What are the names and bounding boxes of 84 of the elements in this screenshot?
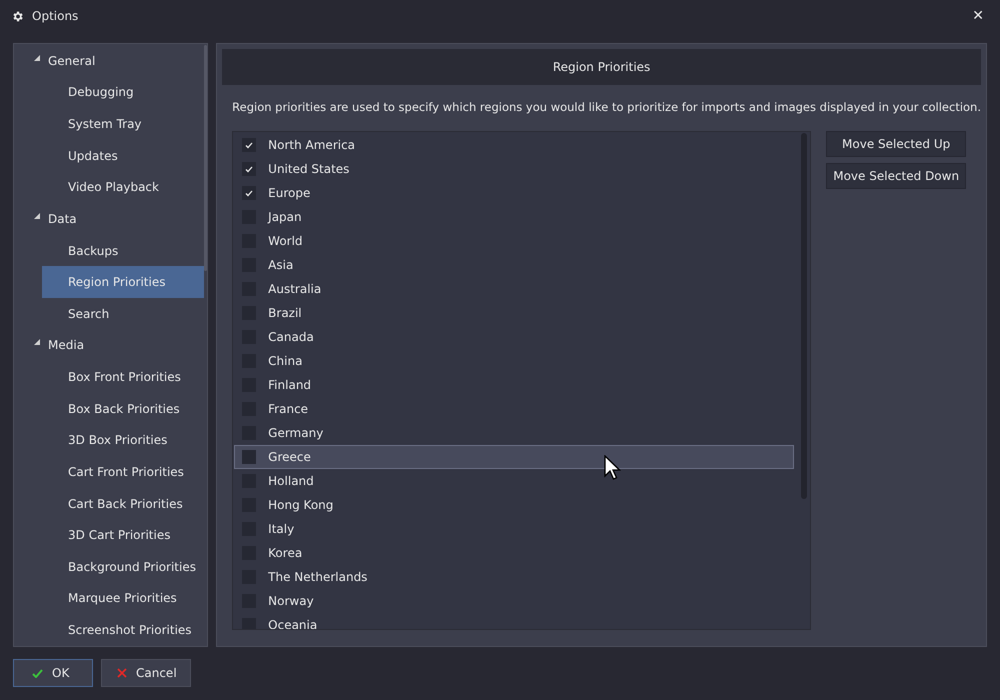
checkmark-icon xyxy=(245,142,254,149)
checkbox[interactable] xyxy=(242,186,256,200)
checkbox[interactable] xyxy=(242,618,256,630)
move-button[interactable]: Move Selected Down xyxy=(826,163,966,190)
sidebar-item[interactable]: Debugging xyxy=(42,76,204,108)
ok-button[interactable]: OK xyxy=(13,659,93,687)
sidebar-item[interactable]: Cart Back Priorities xyxy=(42,488,204,520)
region-name: Asia xyxy=(268,257,294,274)
expand-caret-icon[interactable] xyxy=(34,212,40,219)
region-name: Hong Kong xyxy=(268,497,334,514)
checkbox[interactable] xyxy=(242,162,256,176)
sidebar-item[interactable]: 3D Box Priorities xyxy=(42,424,204,456)
region-name: France xyxy=(268,401,308,418)
sidebar-item[interactable]: Video Playback xyxy=(42,172,204,204)
region-row[interactable]: Oceania xyxy=(234,613,794,630)
region-name: North America xyxy=(268,137,356,154)
region-row[interactable]: Korea xyxy=(234,541,794,566)
region-name: Europe xyxy=(268,185,310,202)
region-row[interactable]: North America xyxy=(234,133,794,158)
region-name: The Netherlands xyxy=(268,569,368,586)
sidebar-item[interactable]: Backups xyxy=(42,234,204,266)
sidebar-item[interactable]: Media xyxy=(21,330,204,362)
region-row[interactable]: Europe xyxy=(234,181,794,206)
sidebar-item[interactable]: Region Priorities xyxy=(42,266,204,298)
region-row[interactable]: The Netherlands xyxy=(234,565,794,590)
sidebar-item[interactable]: Updates xyxy=(42,140,204,172)
region-name: World xyxy=(268,233,303,250)
region-name: Greece xyxy=(268,449,311,466)
region-name: Germany xyxy=(268,425,324,442)
region-name: Japan xyxy=(268,209,302,226)
sidebar-item[interactable]: Box Front Priorities xyxy=(42,361,204,393)
window-title: Options xyxy=(32,8,78,25)
region-name: Finland xyxy=(268,377,312,394)
sidebar-item[interactable]: General xyxy=(21,45,204,77)
expand-caret-icon[interactable] xyxy=(34,339,40,346)
sidebar-item[interactable]: 3D Cart Priorities xyxy=(42,519,204,551)
region-name: Italy xyxy=(268,521,294,538)
region-row[interactable]: Canada xyxy=(234,325,794,350)
region-row[interactable]: Finland xyxy=(234,373,794,398)
region-name: Norway xyxy=(268,593,314,610)
checkbox[interactable] xyxy=(242,450,256,464)
sidebar-item[interactable]: System Tray xyxy=(42,108,204,140)
region-name: Australia xyxy=(268,281,322,298)
sidebar-item[interactable]: Search xyxy=(42,298,204,330)
sidebar-item[interactable]: Screenshot Priorities xyxy=(42,614,204,646)
region-row[interactable]: Greece xyxy=(234,445,794,470)
settings-icon xyxy=(11,10,24,22)
region-name: Brazil xyxy=(268,305,302,322)
region-row[interactable]: Hong Kong xyxy=(234,493,794,518)
checkbox[interactable] xyxy=(242,138,256,152)
sidebar-item[interactable]: Background Priorities xyxy=(42,551,204,583)
region-row[interactable]: Brazil xyxy=(234,301,794,326)
region-name: China xyxy=(268,353,302,370)
region-row[interactable]: Italy xyxy=(234,517,794,542)
region-row[interactable]: Asia xyxy=(234,253,794,278)
mouse-cursor-icon xyxy=(604,455,622,482)
sidebar-item[interactable]: Box Back Priorities xyxy=(42,392,204,424)
cancel-button[interactable]: Cancel xyxy=(101,659,191,687)
region-row[interactable]: World xyxy=(234,229,794,254)
region-name: Canada xyxy=(268,329,314,346)
region-row[interactable]: Germany xyxy=(234,421,794,446)
expand-caret-icon[interactable] xyxy=(34,54,40,61)
checkmark-icon xyxy=(245,166,254,173)
description-text: Region priorities are used to specify which regions you would like to prioritize for imports and images displayed in your collection. xyxy=(232,99,981,116)
region-row[interactable]: Holland xyxy=(234,469,794,494)
region-row[interactable]: Norway xyxy=(234,589,794,614)
move-button[interactable]: Move Selected Up xyxy=(826,131,966,158)
sidebar-item[interactable]: Marquee Priorities xyxy=(42,582,204,614)
sidebar-item[interactable]: Cart Front Priorities xyxy=(42,456,204,488)
checkmark-icon xyxy=(245,190,254,197)
region-row[interactable]: United States xyxy=(234,157,794,182)
checkmark-icon xyxy=(32,668,43,678)
close-button[interactable]: ✕ xyxy=(972,6,984,26)
region-row[interactable]: Australia xyxy=(234,277,794,302)
cross-icon xyxy=(117,668,127,678)
sidebar-item[interactable]: Data xyxy=(21,203,204,235)
region-name: Oceania xyxy=(268,617,318,630)
region-row[interactable]: France xyxy=(234,397,794,422)
region-name: Korea xyxy=(268,545,302,562)
region-name: Holland xyxy=(268,473,314,490)
panel-header: Region Priorities xyxy=(222,49,981,85)
region-row[interactable]: Japan xyxy=(234,205,794,230)
region-name: United States xyxy=(268,161,350,178)
region-row[interactable]: China xyxy=(234,349,794,374)
